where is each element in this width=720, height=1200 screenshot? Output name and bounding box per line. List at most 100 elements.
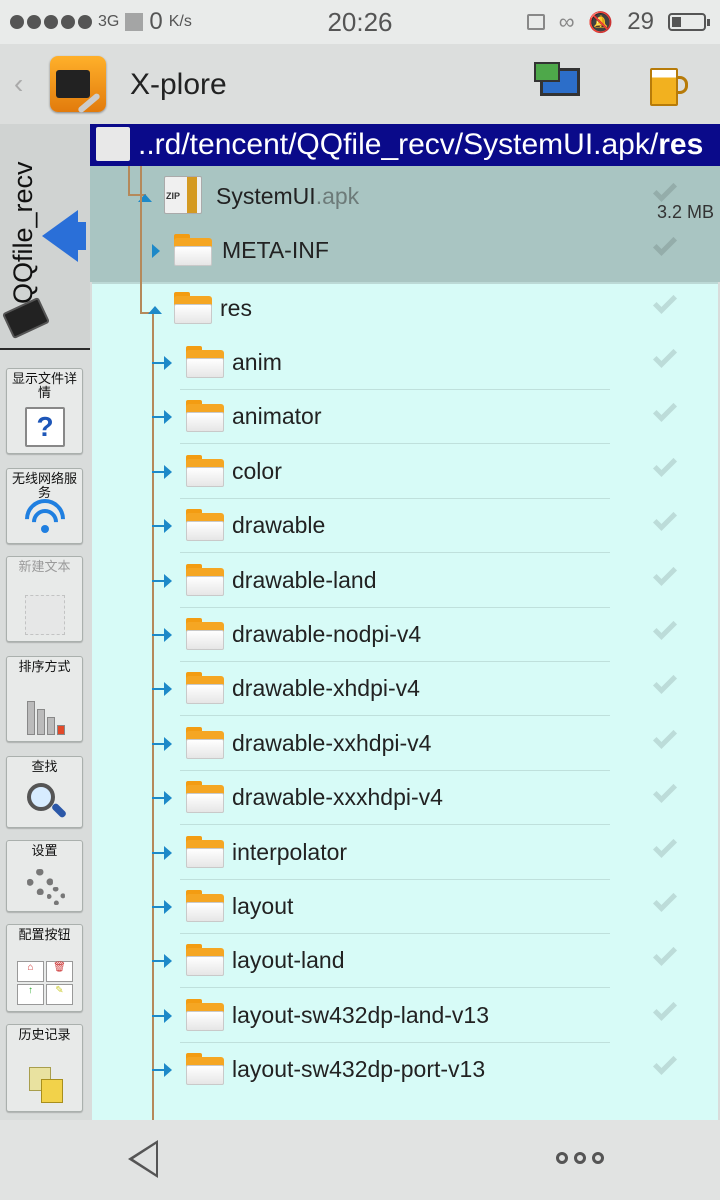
back-arrow-tail — [70, 222, 86, 250]
check-icon[interactable] — [652, 941, 678, 967]
check-icon[interactable] — [652, 833, 678, 859]
collapsed-arrow-icon — [152, 737, 172, 751]
check-icon[interactable] — [652, 887, 678, 913]
zip-archive-icon — [96, 127, 130, 161]
folder-icon — [186, 781, 224, 813]
folder-icon — [186, 890, 224, 922]
folder-name: res — [220, 295, 252, 321]
wifi-icon — [16, 490, 74, 548]
folder-name: drawable-land — [232, 567, 377, 593]
folder-row[interactable]: drawable — [90, 499, 720, 553]
folder-row[interactable]: animator — [90, 390, 720, 444]
folder-icon — [186, 999, 224, 1031]
check-icon[interactable] — [652, 1050, 678, 1076]
tool-history[interactable]: 历史记录 — [6, 1024, 83, 1112]
collapsed-arrow-icon — [152, 465, 172, 479]
history-icon — [25, 1065, 65, 1105]
folder-row[interactable]: layout-sw432dp-port-v13 — [90, 1043, 720, 1097]
folder-row[interactable]: drawable-xhdpi-v4 — [90, 662, 720, 716]
check-icon[interactable] — [652, 452, 678, 478]
row-divider — [180, 824, 610, 825]
check-icon[interactable] — [652, 506, 678, 532]
check-icon[interactable] — [652, 615, 678, 641]
row-divider — [180, 715, 610, 716]
folder-row[interactable]: interpolator — [90, 826, 720, 880]
tool-search[interactable]: 查找 — [6, 756, 83, 828]
row-divider — [180, 552, 610, 553]
mute-bell-icon: 🔕 — [588, 11, 614, 34]
app-title: X-plore — [130, 68, 227, 101]
tool-wifi-service[interactable]: 无线网络服务 — [6, 468, 83, 548]
check-icon[interactable] — [652, 231, 678, 257]
collapsed-arrow-icon — [152, 791, 172, 805]
folder-row[interactable]: drawable-land — [90, 554, 720, 608]
folder-row-res[interactable]: res — [90, 282, 720, 336]
check-icon[interactable] — [652, 397, 678, 423]
path-current: res — [658, 128, 704, 161]
collapsed-arrow-icon — [152, 574, 172, 588]
vertical-tab-label: QQfile_recv — [8, 161, 38, 304]
folder-name: drawable — [232, 512, 326, 538]
folder-row[interactable]: layout — [90, 880, 720, 934]
nav-back-icon[interactable] — [128, 1140, 158, 1178]
check-icon[interactable] — [652, 561, 678, 587]
folder-name: layout-land — [232, 947, 345, 973]
folder-icon — [186, 455, 224, 487]
x-plore-app-icon[interactable] — [50, 56, 106, 114]
folder-name: drawable-nodpi-v4 — [232, 621, 422, 647]
folder-row[interactable]: drawable-xxhdpi-v4 — [90, 717, 720, 771]
folder-name: META-INF — [222, 237, 329, 263]
archive-name: SystemUI.apk — [216, 183, 360, 209]
collapsed-arrow-icon — [152, 356, 172, 370]
tool-label: 排序方式 — [18, 659, 71, 674]
tool-new-text: 新建文本 — [6, 556, 83, 642]
check-icon[interactable] — [652, 343, 678, 369]
tool-show-file-details[interactable]: 显示文件详情 ? — [6, 368, 83, 454]
folder-row[interactable]: drawable-nodpi-v4 — [90, 608, 720, 662]
tool-configure-buttons[interactable]: 配置按钮 ⌂ 🗑 ↑ ✎ — [6, 924, 83, 1012]
folder-name: animator — [232, 403, 322, 429]
tool-label: 历史记录 — [18, 1027, 71, 1042]
folder-icon — [186, 618, 224, 650]
folder-name: layout-sw432dp-port-v13 — [232, 1056, 486, 1082]
tool-label: 新建文本 — [18, 559, 71, 574]
back-chevron-icon[interactable]: ‹ — [14, 68, 23, 100]
folder-name: interpolator — [232, 839, 348, 865]
infinity-icon: ∞ — [558, 9, 575, 34]
folder-icon — [174, 292, 212, 324]
image-notification-icon — [526, 14, 545, 30]
folder-name: drawable-xxxhdpi-v4 — [232, 784, 443, 810]
folder-row[interactable]: layout-land — [90, 934, 720, 988]
path-bar[interactable]: ..rd/tencent/QQfile_recv/SystemUI.apk/re… — [90, 124, 720, 166]
zip-file-icon: ZIP — [164, 176, 202, 214]
tool-settings[interactable]: 设置 — [6, 840, 83, 912]
folder-icon — [186, 346, 224, 378]
check-icon[interactable] — [652, 289, 678, 315]
vertical-folder-tab[interactable]: QQfile_recv — [0, 124, 90, 350]
check-icon[interactable] — [652, 669, 678, 695]
check-icon[interactable] — [652, 724, 678, 750]
folder-name: color — [232, 458, 282, 484]
check-icon[interactable] — [652, 177, 678, 203]
check-icon[interactable] — [652, 778, 678, 804]
folder-name: layout — [232, 893, 294, 919]
folder-row[interactable]: anim — [90, 336, 720, 390]
row-divider — [180, 987, 610, 988]
folder-row[interactable]: layout-sw432dp-land-v13 — [90, 989, 720, 1043]
folder-icon — [186, 672, 224, 704]
help-document-icon: ? — [25, 407, 65, 447]
status-bar: 3G 0 K/s 20:26 ∞ 🔕 29 — [0, 0, 720, 44]
collapsed-arrow-icon — [152, 1009, 172, 1023]
row-divider — [180, 443, 610, 444]
wifi-share-monitor-icon[interactable] — [532, 58, 584, 110]
tool-sort-mode[interactable]: 排序方式 — [6, 656, 83, 742]
check-icon[interactable] — [652, 996, 678, 1022]
more-options-icon[interactable] — [556, 1152, 604, 1164]
folder-row[interactable]: color — [90, 445, 720, 499]
left-tool-panel: QQfile_recv 显示文件详情 ? 无线网络服务 新建文本 排序方式 查找 — [0, 124, 90, 1120]
search-icon — [25, 781, 68, 821]
folder-row-meta-inf[interactable]: META-INF — [90, 224, 720, 278]
archive-row[interactable]: ZIP SystemUI.apk 3.2 MB — [90, 170, 720, 224]
folder-row[interactable]: drawable-xxxhdpi-v4 — [90, 771, 720, 825]
donate-beer-icon[interactable] — [640, 58, 692, 110]
